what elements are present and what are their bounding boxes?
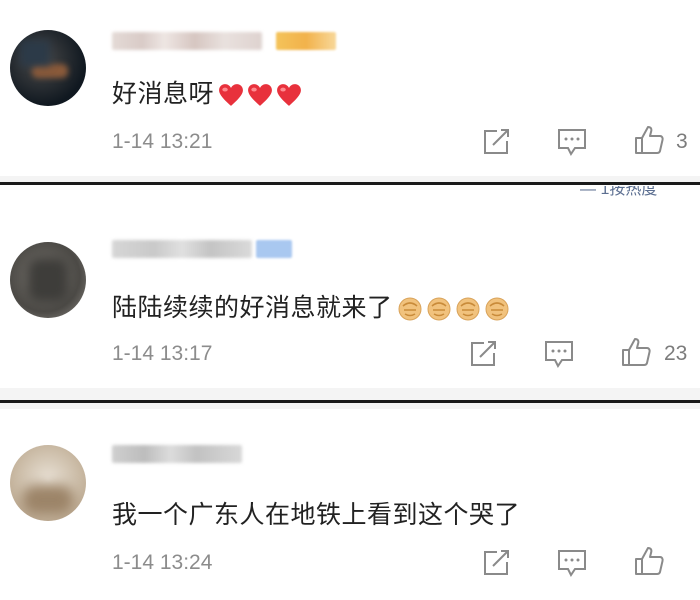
thumbs-up-icon bbox=[635, 126, 664, 154]
like-count: 3 bbox=[676, 130, 688, 153]
fist-icon bbox=[427, 297, 451, 321]
thumbs-up-icon bbox=[635, 547, 664, 575]
user-badge bbox=[276, 32, 336, 50]
share-edit-icon bbox=[484, 550, 509, 575]
like-button[interactable] bbox=[633, 124, 665, 160]
reply-button[interactable] bbox=[556, 127, 588, 161]
repost-button[interactable] bbox=[468, 340, 498, 372]
thumbs-up-icon bbox=[622, 338, 651, 366]
share-edit-icon bbox=[484, 129, 509, 154]
reply-button[interactable] bbox=[543, 339, 575, 373]
comment-text: 我一个广东人在地铁上看到这个哭了 bbox=[112, 500, 521, 529]
comment-timestamp: 1-14 13:21 bbox=[112, 130, 213, 153]
like-count: 23 bbox=[664, 342, 688, 365]
fist-icon bbox=[398, 297, 422, 321]
share-edit-icon bbox=[471, 341, 496, 366]
comment-timestamp: 1-14 13:24 bbox=[112, 551, 213, 574]
comment-icon bbox=[545, 341, 573, 368]
repost-button[interactable] bbox=[481, 128, 511, 160]
comment-item-2: 陆陆续续的好消息就来了 1-14 13:17 23 bbox=[0, 196, 700, 388]
username-blurred[interactable] bbox=[112, 445, 242, 463]
divider bbox=[0, 182, 700, 185]
section-gap bbox=[0, 388, 700, 400]
username-blurred[interactable] bbox=[112, 240, 252, 258]
like-button[interactable] bbox=[620, 336, 652, 372]
reply-button[interactable] bbox=[556, 548, 588, 582]
avatar[interactable] bbox=[10, 30, 86, 106]
fist-icon bbox=[456, 297, 480, 321]
like-button[interactable] bbox=[633, 545, 665, 581]
heart-icon bbox=[277, 84, 301, 106]
comment-text: 陆陆续续的好消息就来了 bbox=[112, 288, 510, 324]
fist-icon bbox=[485, 297, 509, 321]
repost-button[interactable] bbox=[481, 549, 511, 581]
comment-text: 好消息呀 bbox=[112, 74, 302, 110]
heart-icon bbox=[219, 84, 243, 106]
avatar[interactable] bbox=[10, 445, 86, 521]
comment-item-3: 我一个广东人在地铁上看到这个哭了 1-14 13:24 bbox=[0, 409, 700, 600]
heart-icon bbox=[248, 84, 272, 106]
comment-timestamp: 1-14 13:17 bbox=[112, 342, 213, 365]
comment-icon bbox=[558, 129, 586, 156]
comment-icon bbox=[558, 550, 586, 577]
avatar[interactable] bbox=[10, 242, 86, 318]
comment-item-1: 好消息呀 1-14 13:21 3 bbox=[0, 0, 700, 178]
username-blurred[interactable] bbox=[112, 32, 262, 50]
emoji-row bbox=[218, 83, 302, 107]
user-badge bbox=[256, 240, 292, 258]
emoji-row bbox=[397, 296, 510, 322]
